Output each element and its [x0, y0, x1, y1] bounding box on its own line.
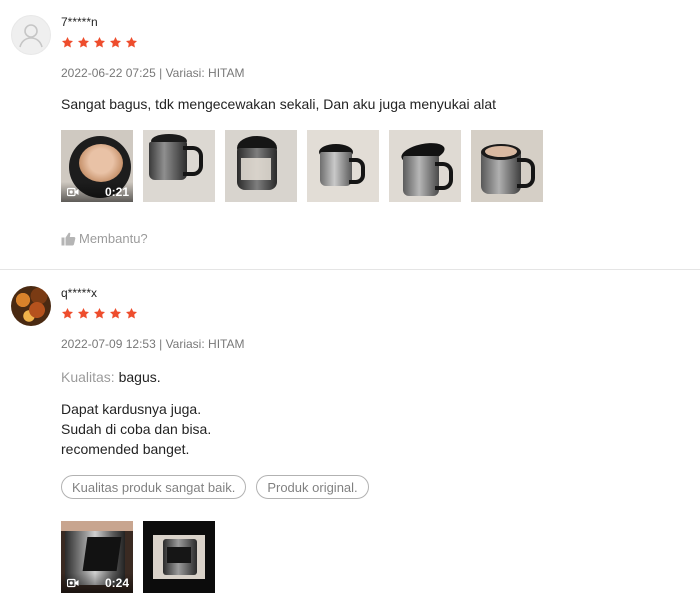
review-video-thumbnail[interactable]: 0:24	[61, 521, 133, 593]
review-username: q*****x	[61, 286, 98, 300]
star-icon	[77, 307, 90, 320]
thumbs-up-icon	[61, 232, 76, 245]
video-duration: 0:24	[104, 576, 129, 590]
variation-value: HITAM	[208, 337, 245, 351]
star-icon	[125, 307, 138, 320]
review-image-thumbnail[interactable]	[389, 130, 461, 202]
review-image-thumbnail[interactable]	[307, 130, 379, 202]
default-user-icon	[19, 24, 43, 48]
avatar[interactable]	[11, 15, 51, 55]
video-camera-icon	[67, 187, 79, 197]
meta-separator: |	[159, 337, 163, 351]
review-image-thumbnail[interactable]	[143, 521, 215, 593]
review-image-thumbnail[interactable]	[225, 130, 297, 202]
review-video-thumbnail[interactable]: 0:21	[61, 130, 133, 202]
review-username: 7*****n	[61, 15, 98, 29]
helpful-label: Membantu?	[79, 231, 148, 246]
review-tags: Kualitas produk sangat baik. Produk orig…	[61, 475, 369, 499]
variation-value: HITAM	[208, 66, 245, 80]
rating-stars	[61, 307, 138, 320]
review-comment: Sangat bagus, tdk mengecewakan sekali, D…	[61, 96, 497, 112]
star-icon	[61, 307, 74, 320]
star-icon	[109, 36, 122, 49]
review-tag: Kualitas produk sangat baik.	[61, 475, 247, 499]
video-badge: 0:24	[61, 573, 133, 593]
star-icon	[109, 307, 122, 320]
video-badge: 0:21	[61, 182, 133, 202]
review-tag: Produk original.	[256, 475, 369, 499]
review-date: 2022-07-09 12:53	[61, 337, 156, 351]
star-icon	[77, 36, 90, 49]
avatar[interactable]	[11, 286, 51, 326]
review-date: 2022-06-22 07:25	[61, 66, 156, 80]
variation-label: Variasi:	[165, 66, 205, 80]
review-comment-line: Dapat kardusnya juga.	[61, 401, 202, 417]
star-icon	[61, 36, 74, 49]
video-duration: 0:21	[104, 185, 129, 199]
review-meta: 2022-07-09 12:53 | Variasi: HITAM	[61, 337, 244, 351]
review-image-thumbnail[interactable]	[471, 130, 543, 202]
review-item: q*****x 2022-07-09 12:53 | Variasi: HITA…	[0, 270, 700, 614]
meta-separator: |	[159, 66, 163, 80]
review-item: 7*****n 2022-06-22 07:25 | Variasi: HITA…	[0, 0, 700, 270]
review-meta: 2022-06-22 07:25 | Variasi: HITAM	[61, 66, 244, 80]
rating-stars	[61, 36, 138, 49]
review-comment-line: Sudah di coba dan bisa.	[61, 421, 212, 437]
review-media-list: 0:24	[61, 521, 215, 593]
star-icon	[93, 36, 106, 49]
review-media-list: 0:21	[61, 130, 543, 202]
video-camera-icon	[67, 578, 79, 588]
star-icon	[93, 307, 106, 320]
variation-label: Variasi:	[165, 337, 205, 351]
review-comment-line: recomended banget.	[61, 441, 190, 457]
helpful-button[interactable]: Membantu?	[61, 231, 148, 246]
review-image-thumbnail[interactable]	[143, 130, 215, 202]
review-quality: Kualitas: bagus.	[61, 367, 161, 387]
quality-label: Kualitas:	[61, 369, 115, 385]
star-icon	[125, 36, 138, 49]
quality-value: bagus.	[118, 369, 161, 385]
